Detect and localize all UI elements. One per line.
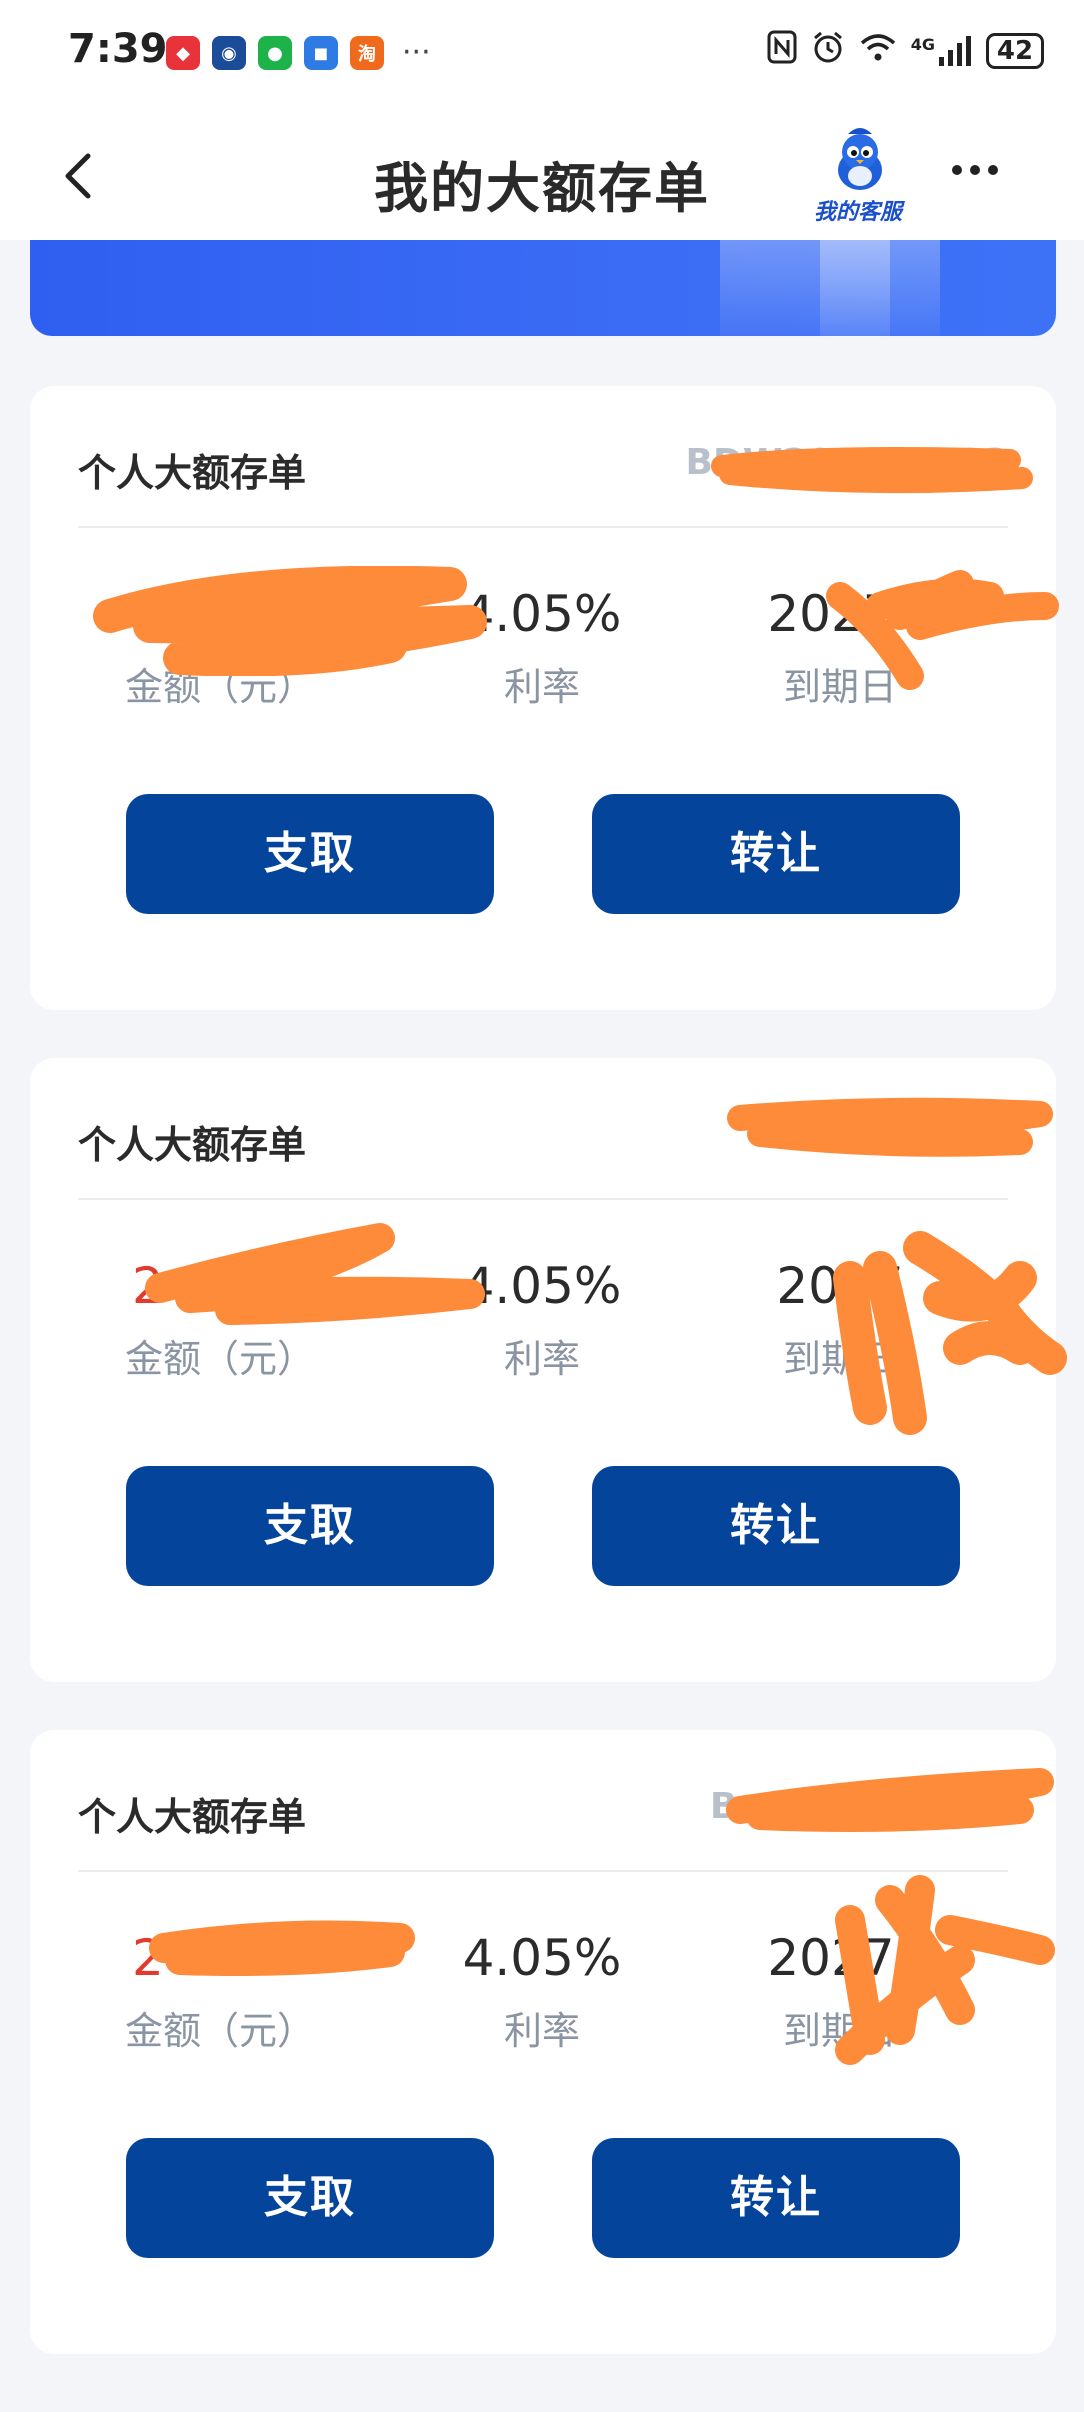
deposit-card: 个人大额存单 B 2 金额（元） 4.05% 利率 2027- 到期日 支取 转… [30,1730,1056,2354]
maturity-metric: 2027 到期日 [690,1254,990,1383]
cellular-signal-icon: 4G [911,35,972,67]
browser-app-icon: ◉ [212,36,246,70]
card-number: BDW [910,1114,1008,1155]
card-title: 个人大额存单 [78,1795,307,1839]
rate-label: 利率 [503,1337,580,1381]
more-notifications-icon: ··· [402,35,431,70]
maturity-label: 到期日 [782,665,897,709]
rate-label: 利率 [503,665,580,709]
maturity-value: 2027- [767,1929,913,1987]
amount-metric: 2 金额（元） [70,1254,370,1383]
card-title: 个人大额存单 [78,1123,307,1167]
rate-value: 4.05% [462,1929,622,1987]
amount-metric: 2 金额（元） [70,1926,370,2055]
rate-value: 4.05% [462,585,622,643]
taobao-app-icon: 淘 [350,36,384,70]
maturity-label: 到期日 [782,2009,897,2053]
card-number: BDW202306003 [685,442,1008,483]
customer-service-button[interactable]: 我的客服 [798,122,918,230]
transfer-button[interactable]: 转让 [592,2138,960,2258]
amount-value: 2 [132,1929,164,1987]
divider [78,526,1008,528]
alarm-icon [811,30,845,72]
withdraw-button[interactable]: 支取 [126,794,494,914]
more-dots-icon[interactable] [952,160,1008,190]
status-time: 7:39 [68,26,168,72]
wechat-app-icon: ● [258,36,292,70]
banner-decoration [820,240,890,336]
rate-metric: 4.05% 利率 [392,1254,692,1383]
blue-app-icon: ◼ [304,36,338,70]
card-number: B [710,1786,738,1827]
amount-label: 金额（元） [124,665,315,709]
huawei-app-icon: ◆ [166,36,200,70]
withdraw-button[interactable]: 支取 [126,1466,494,1586]
rate-value: 4.05% [462,1257,622,1315]
maturity-value: 2027 [776,1257,904,1315]
amount-label: 金额（元） [124,1337,315,1381]
customer-service-label: 我的客服 [813,200,902,225]
divider [78,1870,1008,1872]
nfc-icon [767,30,797,72]
deposit-card: 个人大额存单 BDW 2 金额（元） 4.05% 利率 2027 到期日 支取 … [30,1058,1067,1682]
redaction-scribble [727,1097,1053,1157]
rate-label: 利率 [503,2009,580,2053]
transfer-button[interactable]: 转让 [592,1466,960,1586]
redaction-scribble [726,1768,1054,1832]
amount-metric: 金额（元） [70,582,370,711]
card-title: 个人大额存单 [78,451,307,495]
amount-value [70,582,370,646]
status-bar: 7:39 ◆ ◉ ● ◼ 淘 ··· 4G 42 [0,0,1084,110]
notification-icons: ◆ ◉ ● ◼ 淘 ··· [166,36,431,70]
battery-icon: 42 [986,33,1044,69]
maturity-label: 到期日 [782,1337,897,1381]
page-title: 我的大额存单 [374,157,710,220]
amount-label: 金额（元） [124,2009,315,2053]
deposit-card: 个人大额存单 BDW202306003 金额（元） 4.05% 利率 2027-… [30,386,1059,1010]
amount-value: 2 [132,1257,164,1315]
divider [78,1198,1008,1200]
nav-bar: 我的大额存单 我的客服 [0,110,1084,240]
maturity-metric: 2027- 到期日 [690,582,990,711]
maturity-metric: 2027- 到期日 [690,1926,990,2055]
mascot-icon [838,128,882,190]
withdraw-button[interactable]: 支取 [126,2138,494,2258]
rate-metric: 4.05% 利率 [392,582,692,711]
rate-metric: 4.05% 利率 [392,1926,692,2055]
transfer-button[interactable]: 转让 [592,794,960,914]
maturity-value: 2027- [767,585,913,643]
wifi-icon [859,31,897,71]
top-banner [30,240,1056,336]
system-status: 4G 42 [767,30,1044,72]
